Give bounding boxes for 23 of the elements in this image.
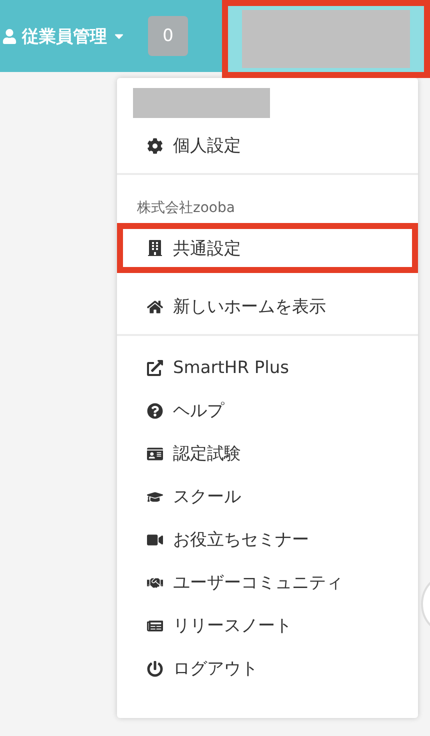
menu-item[interactable]: 共通設定 <box>117 223 418 273</box>
menu-item[interactable]: SmartHR Plus <box>117 346 418 389</box>
menu-item[interactable]: スクール <box>117 475 418 518</box>
settings-icon <box>147 138 163 154</box>
account-button[interactable] <box>222 0 430 78</box>
external-link-icon <box>147 360 163 376</box>
section-heading: 株式会社zooba <box>136 199 236 218</box>
user-icon <box>2 28 17 44</box>
menu-item[interactable]: 認定試験 <box>117 432 418 475</box>
menu-item[interactable]: ユーザーコミュニティ <box>117 561 418 604</box>
power-icon <box>147 660 163 676</box>
newspaper-icon <box>147 618 163 634</box>
menu-item[interactable]: リリースノート <box>117 604 418 647</box>
home-icon <box>147 298 163 314</box>
help-icon <box>147 402 163 418</box>
menu-item[interactable]: ログアウト <box>117 647 418 690</box>
menu-item[interactable]: 個人設定 <box>117 124 418 167</box>
video-camera-icon <box>147 532 163 548</box>
menu-item[interactable]: お役立ちセミナー <box>117 518 418 561</box>
id-card-icon <box>147 446 163 462</box>
menu-item[interactable]: 新しいホームを表示 <box>117 285 418 328</box>
building-icon <box>147 240 163 256</box>
menu-item[interactable]: ヘルプ <box>117 389 418 432</box>
